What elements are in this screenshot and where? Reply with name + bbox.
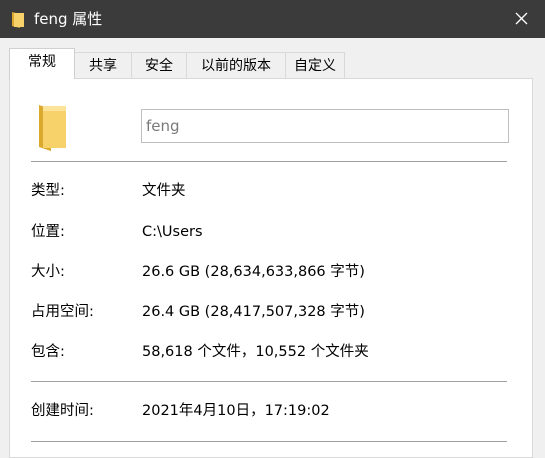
tab-general[interactable]: 常规 (9, 48, 75, 79)
folder-icon (11, 11, 25, 33)
created-value: 2021年4月10日，17:19:02 (142, 403, 330, 419)
title-bar: feng 属性 (0, 0, 545, 38)
divider (31, 161, 507, 162)
size-value: 26.6 GB (28,634,633,866 字节) (142, 264, 365, 280)
tab-sharing[interactable]: 共享 (74, 52, 132, 78)
tab-security[interactable]: 安全 (131, 52, 187, 78)
type-value: 文件夹 (142, 183, 186, 199)
tab-strip: 常规 共享 安全 以前的版本 自定义 (0, 38, 545, 79)
divider (31, 441, 507, 442)
contains-value: 58,618 个文件，10,552 个文件夹 (142, 344, 369, 360)
size-label: 大小: (31, 264, 65, 280)
divider (31, 381, 507, 382)
close-button[interactable] (499, 0, 545, 38)
general-tab-panel: 类型: 文件夹 位置: C:\Users 大小: 26.6 GB (28,634… (9, 78, 533, 458)
location-value: C:\Users (142, 224, 203, 240)
folder-name-input[interactable] (141, 109, 509, 143)
contains-label: 包含: (31, 344, 65, 360)
size-on-disk-label: 占用空间: (31, 304, 94, 320)
location-label: 位置: (31, 224, 65, 240)
tab-previous-versions[interactable]: 以前的版本 (186, 52, 286, 78)
tab-customize[interactable]: 自定义 (285, 52, 345, 78)
window-title: feng 属性 (34, 10, 103, 28)
size-on-disk-value: 26.4 GB (28,417,507,328 字节) (142, 304, 365, 320)
type-label: 类型: (31, 183, 65, 199)
folder-icon (37, 103, 69, 157)
created-label: 创建时间: (31, 403, 94, 419)
